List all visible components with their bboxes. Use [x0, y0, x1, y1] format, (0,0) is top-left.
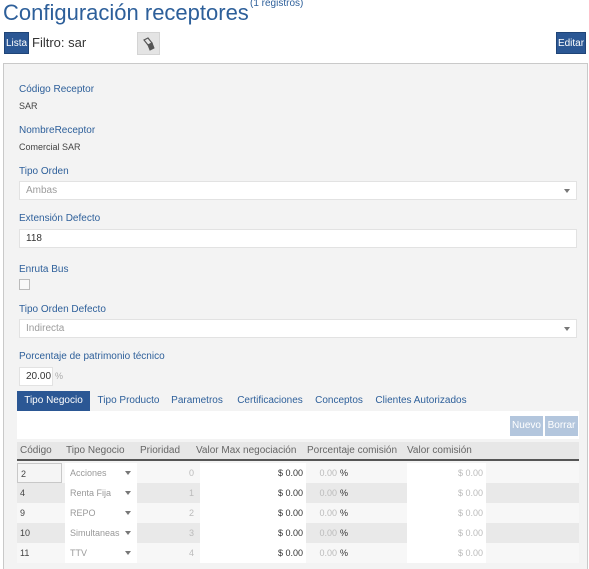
codigo-cell[interactable]: 9 [17, 503, 62, 523]
tipo-negocio-value: Simultaneas [70, 528, 120, 538]
column-header[interactable]: Prioridad [140, 445, 180, 456]
chevron-down-icon [125, 551, 131, 555]
valor-comision-input[interactable]: $ 0.00 [407, 503, 486, 523]
percent-symbol: % [340, 488, 349, 498]
eraser-icon [143, 37, 155, 51]
nombre-value: Comercial SAR [19, 142, 81, 152]
chevron-down-icon [125, 531, 131, 535]
porcentaje-value: 20.00 [26, 371, 52, 382]
tipo-negocio-value: Renta Fija [70, 488, 112, 498]
valor-max-input[interactable]: $ 0.00 [200, 503, 306, 523]
page-title: Configuración receptores [3, 0, 249, 25]
tipo-orden-value: Ambas [26, 185, 58, 196]
percent-symbol: % [340, 548, 349, 558]
tab-certificaciones[interactable]: Certificaciones [236, 391, 304, 411]
tab-bar: Tipo Negocio Tipo Producto Parametros Ce… [17, 391, 579, 411]
percent-symbol: % [340, 528, 349, 538]
prioridad-cell[interactable]: 4 [139, 543, 197, 563]
tipo-orden-defecto-label: Tipo Orden Defecto [19, 304, 106, 315]
tipo-negocio-value: TTV [70, 548, 87, 558]
prioridad-cell[interactable]: 1 [139, 483, 197, 503]
extension-value: 118 [26, 233, 42, 244]
tipo-orden-defecto-select[interactable]: Indirecta [19, 319, 577, 338]
tipo-negocio-select[interactable]: Renta Fija [65, 483, 137, 503]
grid-toolbar: Nuevo Borrar [17, 411, 579, 439]
tab-tipo-producto[interactable]: Tipo Producto [94, 391, 163, 411]
column-header[interactable]: Valor comisión [407, 445, 472, 456]
porcentaje-suffix: % [55, 371, 64, 381]
tipo-negocio-select[interactable]: Acciones [65, 463, 137, 483]
porcentaje-comision-input[interactable]: 0.00 [309, 463, 339, 483]
filter-label: Filtro: sar [32, 35, 87, 50]
prioridad-cell[interactable]: 0 [139, 463, 197, 483]
tipo-orden-select[interactable]: Ambas [19, 181, 577, 200]
porcentaje-input[interactable]: 20.00 [19, 367, 53, 386]
porcentaje-comision-input[interactable]: 0.00 [309, 543, 339, 563]
prioridad-cell[interactable]: 3 [139, 523, 197, 543]
column-header[interactable]: Tipo Negocio [66, 445, 125, 456]
tipo-negocio-value: Acciones [70, 468, 107, 478]
codigo-cell[interactable]: 10 [17, 523, 62, 543]
valor-comision-input[interactable]: $ 0.00 [407, 523, 486, 543]
table-row[interactable]: 2 Acciones 0 $ 0.00 0.00 % $ 0.00 [17, 463, 579, 483]
tipo-negocio-value: REPO [70, 508, 96, 518]
tab-parametros[interactable]: Parametros [169, 391, 225, 411]
codigo-cell[interactable]: 4 [17, 483, 62, 503]
detail-panel: Código Receptor SAR NombreReceptor Comer… [3, 63, 588, 569]
table-row[interactable]: 4 Renta Fija 1 $ 0.00 0.00 % $ 0.00 [17, 483, 579, 503]
table-row[interactable]: 10 Simultaneas 3 $ 0.00 0.00 % $ 0.00 [17, 523, 579, 543]
tipo-negocio-select[interactable]: TTV [65, 543, 137, 563]
chevron-down-icon [125, 491, 131, 495]
enruta-checkbox[interactable] [19, 279, 30, 290]
extension-input[interactable]: 118 [19, 229, 577, 248]
list-button[interactable]: Lista [4, 32, 29, 54]
codigo-label: Código Receptor [19, 84, 95, 95]
valor-comision-input[interactable]: $ 0.00 [407, 463, 486, 483]
toolbar: Lista Filtro: sar Editar [0, 31, 589, 55]
delete-button[interactable]: Borrar [545, 416, 578, 436]
chevron-down-icon [125, 471, 131, 475]
porcentaje-comision-input[interactable]: 0.00 [309, 503, 339, 523]
percent-symbol: % [340, 508, 349, 518]
porcentaje-comision-input[interactable]: 0.00 [309, 483, 339, 503]
codigo-value: SAR [19, 101, 38, 111]
edit-button[interactable]: Editar [556, 32, 586, 54]
clear-filter-button[interactable] [137, 32, 160, 55]
table-row[interactable]: 9 REPO 2 $ 0.00 0.00 % $ 0.00 [17, 503, 579, 523]
grid-header: Código Tipo Negocio Prioridad Valor Max … [17, 442, 579, 461]
enruta-label: Enruta Bus [19, 264, 69, 275]
chevron-down-icon [125, 511, 131, 515]
chevron-down-icon [564, 189, 570, 193]
valor-comision-input[interactable]: $ 0.00 [407, 543, 486, 563]
codigo-cell[interactable]: 2 [17, 463, 62, 483]
column-header[interactable]: Código [20, 445, 52, 456]
nombre-label: NombreReceptor [19, 125, 96, 136]
porcentaje-comision-input[interactable]: 0.00 [309, 523, 339, 543]
chevron-down-icon [564, 327, 570, 331]
column-header[interactable]: Porcentaje comisión [307, 445, 397, 456]
valor-max-input[interactable]: $ 0.00 [200, 483, 306, 503]
valor-max-input[interactable]: $ 0.00 [200, 543, 306, 563]
tipo-orden-label: Tipo Orden [19, 166, 69, 177]
tab-tipo-negocio[interactable]: Tipo Negocio [17, 391, 90, 411]
tab-clientes-autorizados[interactable]: Clientes Autorizados [375, 391, 467, 411]
extension-label: Extensión Defecto [19, 213, 101, 224]
tipo-negocio-select[interactable]: REPO [65, 503, 137, 523]
percent-symbol: % [340, 468, 349, 478]
record-count: (1 registros) [250, 0, 304, 9]
column-header[interactable]: Valor Max negociación [196, 445, 296, 456]
new-button[interactable]: Nuevo [510, 416, 543, 436]
tipo-negocio-select[interactable]: Simultaneas [65, 523, 137, 543]
porcentaje-label: Porcentaje de patrimonio técnico [19, 351, 165, 362]
valor-comision-input[interactable]: $ 0.00 [407, 483, 486, 503]
prioridad-cell[interactable]: 2 [139, 503, 197, 523]
table-row[interactable]: 11 TTV 4 $ 0.00 0.00 % $ 0.00 [17, 543, 579, 563]
tab-conceptos[interactable]: Conceptos [313, 391, 365, 411]
valor-max-input[interactable]: $ 0.00 [200, 523, 306, 543]
codigo-cell[interactable]: 11 [17, 543, 62, 563]
valor-max-input[interactable]: $ 0.00 [200, 463, 306, 483]
tipo-orden-defecto-value: Indirecta [26, 323, 65, 334]
